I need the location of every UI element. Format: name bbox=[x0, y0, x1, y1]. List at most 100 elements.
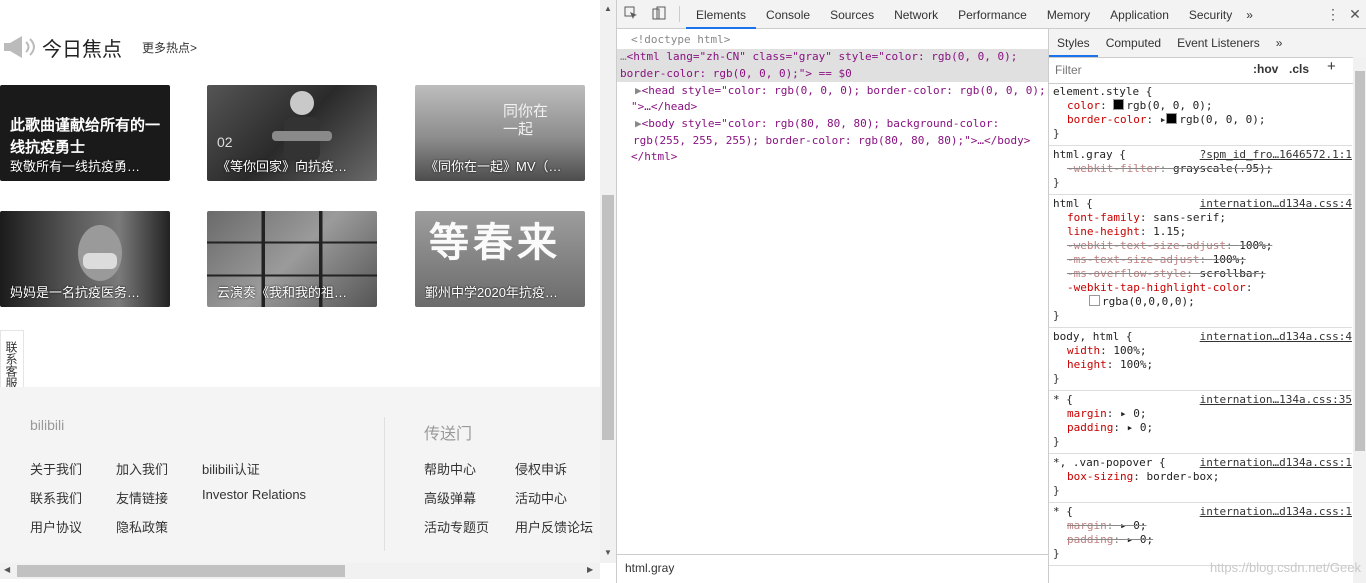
footer-link[interactable]: 用户协议 bbox=[30, 517, 82, 536]
property-value[interactable]: rgb(0, 0, 0); bbox=[1179, 113, 1265, 126]
breadcrumb[interactable]: html.gray bbox=[617, 554, 1048, 583]
style-rule[interactable]: * {internation…d134a.css:1 margin: ▸ 0; pa… bbox=[1049, 503, 1352, 566]
tab-security[interactable]: Security bbox=[1179, 0, 1242, 29]
dom-node-html-close[interactable]: </html> bbox=[631, 149, 1048, 166]
style-property[interactable]: margin: ▸ 0; bbox=[1053, 407, 1352, 421]
footer-link[interactable]: 活动专题页 bbox=[424, 517, 489, 536]
video-card[interactable]: 云演奏《我和我的祖… bbox=[207, 211, 377, 307]
property-name[interactable]: line-height bbox=[1067, 225, 1140, 238]
footer-link[interactable]: 活动中心 bbox=[515, 488, 567, 507]
styles-scrollbar[interactable] bbox=[1353, 57, 1366, 583]
tab-sources[interactable]: Sources bbox=[820, 0, 884, 29]
property-name[interactable]: color bbox=[1067, 99, 1100, 112]
property-value[interactable]: rgba(0,0,0,0); bbox=[1102, 295, 1195, 308]
close-icon[interactable]: ✕ bbox=[1343, 6, 1366, 23]
property-name[interactable]: font-family bbox=[1067, 211, 1140, 224]
rule-source-link[interactable]: internation…d134a.css:1 bbox=[1200, 456, 1352, 470]
style-rule[interactable]: * {internation…134a.css:35 margin: ▸ 0; pa… bbox=[1049, 391, 1352, 454]
style-property[interactable]: color: rgb(0, 0, 0); bbox=[1053, 99, 1352, 113]
footer-link[interactable]: 联系我们 bbox=[30, 488, 82, 507]
style-property[interactable]: width: 100%; bbox=[1053, 344, 1352, 358]
style-rule[interactable]: body, html {internation…d134a.css:4 width… bbox=[1049, 328, 1352, 391]
footer-link[interactable]: 侵权申诉 bbox=[515, 459, 567, 478]
more-hot-link[interactable]: 更多热点> bbox=[142, 39, 197, 56]
tab-elements[interactable]: Elements bbox=[686, 0, 757, 29]
scroll-up-arrow-icon[interactable]: ▲ bbox=[604, 4, 612, 13]
style-property[interactable]: -ms-overflow-style: scrollbar; bbox=[1053, 267, 1352, 281]
property-name[interactable]: width bbox=[1067, 344, 1100, 357]
tab-event-listeners[interactable]: Event Listeners bbox=[1169, 29, 1268, 57]
scrollbar-thumb[interactable] bbox=[602, 195, 614, 440]
rule-source-link[interactable]: internation…d134a.css:4 bbox=[1200, 197, 1352, 211]
class-toggle[interactable]: .cls bbox=[1289, 62, 1309, 76]
inspect-element-icon[interactable] bbox=[617, 6, 645, 23]
dom-node-html-cont[interactable]: border-color: rgb(0, 0, 0);"> == $0 bbox=[620, 66, 1048, 83]
property-name[interactable]: border-color bbox=[1067, 113, 1146, 126]
rule-source-link[interactable]: internation…d134a.css:4 bbox=[1200, 330, 1352, 344]
tab-styles[interactable]: Styles bbox=[1049, 29, 1098, 57]
rule-selector[interactable]: element.style { bbox=[1053, 85, 1352, 99]
video-card[interactable]: 02 《等你回家》向抗疫… bbox=[207, 85, 377, 181]
property-name[interactable]: height bbox=[1067, 358, 1107, 371]
tab-memory[interactable]: Memory bbox=[1037, 0, 1100, 29]
property-name[interactable]: padding bbox=[1067, 533, 1113, 546]
rule-source-link[interactable]: internation…134a.css:35 bbox=[1200, 393, 1352, 407]
rule-source-link[interactable]: ?spm_id_fro…1646572.1:1 bbox=[1200, 148, 1352, 162]
footer-link[interactable]: Investor Relations bbox=[202, 487, 306, 502]
scrollbar-thumb[interactable] bbox=[17, 565, 345, 577]
property-value[interactable]: grayscale(.95); bbox=[1173, 162, 1272, 175]
property-name[interactable]: -ms-text-size-adjust bbox=[1067, 253, 1199, 266]
tab-computed[interactable]: Computed bbox=[1098, 29, 1169, 57]
property-value[interactable]: ▸ 0; bbox=[1120, 519, 1147, 532]
tab-application[interactable]: Application bbox=[1100, 0, 1179, 29]
style-property[interactable]: padding: ▸ 0; bbox=[1053, 421, 1352, 435]
style-property[interactable]: rgba(0,0,0,0); bbox=[1053, 295, 1352, 309]
property-value[interactable]: sans-serif; bbox=[1153, 211, 1226, 224]
property-name[interactable]: margin bbox=[1067, 519, 1107, 532]
page-vertical-scrollbar[interactable]: ▲ ▼ bbox=[600, 0, 616, 563]
property-value[interactable]: 100%; bbox=[1113, 344, 1146, 357]
tab-console[interactable]: Console bbox=[756, 0, 820, 29]
style-property[interactable]: padding: ▸ 0; bbox=[1053, 533, 1352, 547]
property-value[interactable]: 100%; bbox=[1120, 358, 1153, 371]
style-property[interactable]: -ms-text-size-adjust: 100%; bbox=[1053, 253, 1352, 267]
footer-link[interactable]: 关于我们 bbox=[30, 459, 82, 478]
style-rule[interactable]: html {internation…d134a.css:4 font-family… bbox=[1049, 195, 1352, 328]
tab-network[interactable]: Network bbox=[884, 0, 948, 29]
property-value[interactable]: ▸ 0; bbox=[1120, 407, 1147, 420]
rule-source-link[interactable]: internation…d134a.css:1 bbox=[1200, 505, 1352, 519]
elements-dom-tree[interactable]: <!doctype html> …<html lang="zh-CN" clas… bbox=[617, 29, 1048, 554]
style-property[interactable]: -webkit-filter: grayscale(.95); bbox=[1053, 162, 1352, 176]
footer-link[interactable]: bilibili认证 bbox=[202, 459, 260, 478]
dom-node-body[interactable]: ▶<body style="color: rgb(80, 80, 80); ba… bbox=[635, 116, 1048, 133]
scroll-down-arrow-icon[interactable]: ▼ bbox=[604, 548, 612, 557]
property-value[interactable]: ▸ 0; bbox=[1127, 533, 1154, 546]
property-value[interactable]: 100%; bbox=[1213, 253, 1246, 266]
dom-node-head[interactable]: ▶<head style="color: rgb(0, 0, 0); borde… bbox=[635, 83, 1048, 100]
video-card[interactable]: 同你在一起 《同你在一起》MV（… bbox=[415, 85, 585, 181]
dom-node-html[interactable]: …<html lang="zh-CN" class="gray" style="… bbox=[620, 49, 1048, 66]
property-value[interactable]: 1.15; bbox=[1153, 225, 1186, 238]
property-name[interactable]: -ms-overflow-style bbox=[1067, 267, 1186, 280]
property-value[interactable]: 100%; bbox=[1239, 239, 1272, 252]
style-property[interactable]: -webkit-tap-highlight-color: bbox=[1053, 281, 1352, 295]
property-value[interactable]: border-box; bbox=[1146, 470, 1219, 483]
property-value[interactable]: ▸ 0; bbox=[1127, 421, 1154, 434]
property-name[interactable]: -webkit-text-size-adjust bbox=[1067, 239, 1226, 252]
style-property[interactable]: height: 100%; bbox=[1053, 358, 1352, 372]
tab-performance[interactable]: Performance bbox=[948, 0, 1037, 29]
more-tabs-icon[interactable]: » bbox=[1268, 29, 1291, 57]
video-card[interactable]: 等春来 鄞州中学2020年抗疫… bbox=[415, 211, 585, 307]
dom-node-head-cont[interactable]: ">…</head> bbox=[631, 99, 1048, 116]
style-property[interactable]: line-height: 1.15; bbox=[1053, 225, 1352, 239]
device-toolbar-icon[interactable] bbox=[645, 6, 673, 23]
footer-link[interactable]: 高级弹幕 bbox=[424, 488, 476, 507]
expand-arrow-icon[interactable]: ▸ bbox=[1160, 113, 1167, 126]
new-rule-plus-icon[interactable]: + bbox=[1327, 58, 1336, 75]
style-property[interactable]: box-sizing: border-box; bbox=[1053, 470, 1352, 484]
footer-link[interactable]: 隐私政策 bbox=[116, 517, 168, 536]
expand-triangle-icon[interactable]: ▶ bbox=[635, 84, 642, 97]
hover-state-toggle[interactable]: :hov bbox=[1253, 62, 1278, 76]
footer-link[interactable]: 用户反馈论坛 bbox=[515, 517, 593, 536]
dom-doctype[interactable]: <!doctype html> bbox=[631, 32, 1048, 49]
